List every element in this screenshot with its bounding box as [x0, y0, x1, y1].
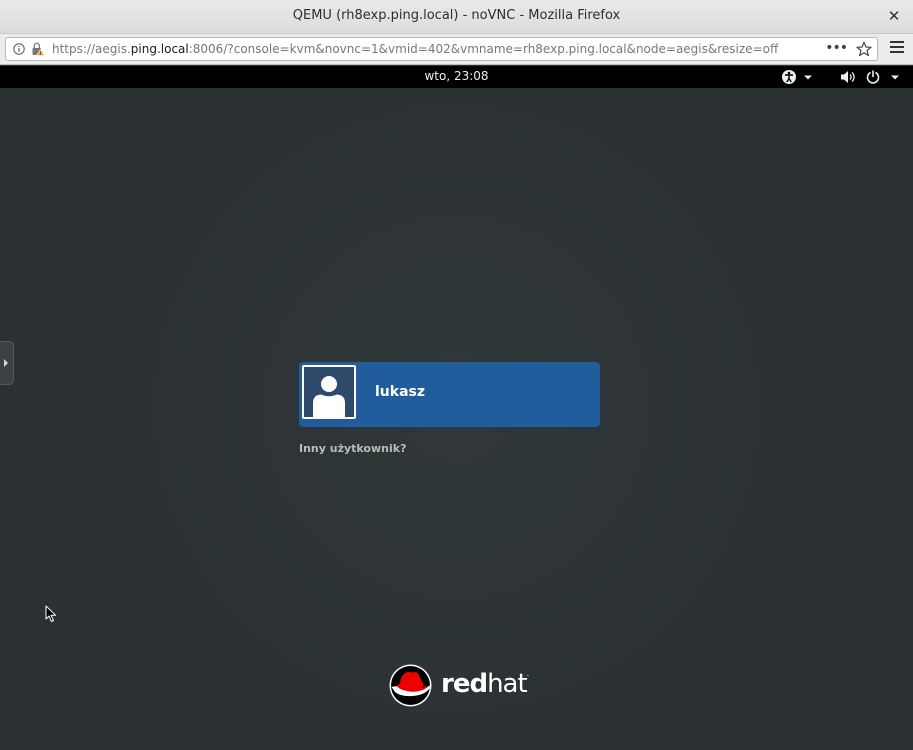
accessibility-menu[interactable]: [781, 69, 815, 85]
dropdown-arrow-icon: [891, 75, 899, 80]
vnc-screen[interactable]: wto, 23:08 lukasz Inny użytkownik? redha…: [0, 66, 913, 750]
gnome-top-bar: wto, 23:08: [0, 66, 913, 88]
power-icon: [866, 70, 880, 84]
url-text[interactable]: https://aegis.ping.local:8006/?console=k…: [52, 42, 778, 56]
wordmark-mark: .: [526, 669, 529, 678]
redhat-logo: redhat.: [389, 664, 529, 708]
redhat-wordmark: redhat.: [441, 669, 529, 699]
chevron-right-icon: [4, 359, 8, 367]
volume-icon: [841, 71, 855, 83]
more-actions-icon[interactable]: •••: [825, 40, 848, 56]
dropdown-arrow-icon: [804, 75, 812, 80]
redhat-logo-icon: [389, 664, 432, 707]
message-tray-handle[interactable]: [0, 341, 14, 385]
bookmark-star-icon[interactable]: [856, 41, 872, 57]
navigation-toolbar: https://aegis.ping.local:8006/?console=k…: [0, 34, 913, 65]
url-prefix: https://aegis.: [52, 42, 131, 56]
user-name: lukasz: [375, 384, 426, 400]
close-window-button[interactable]: ✕: [885, 6, 903, 26]
user-avatar-icon: [304, 367, 354, 417]
other-user-link[interactable]: Inny użytkownik?: [299, 442, 406, 455]
url-host: ping.local: [130, 42, 189, 56]
info-icon[interactable]: [13, 43, 25, 55]
wordmark-red: red: [441, 669, 488, 699]
window-title: QEMU (rh8exp.ping.local) - noVNC - Mozil…: [292, 8, 621, 23]
clock[interactable]: wto, 23:08: [0, 69, 913, 83]
user-list-item[interactable]: lukasz: [299, 362, 600, 427]
url-suffix: :8006/?console=kvm&novnc=1&vmid=402&vmna…: [188, 42, 779, 56]
system-menu[interactable]: [840, 69, 902, 85]
lock-warning-icon[interactable]: [31, 42, 45, 56]
avatar: [302, 365, 356, 419]
accessibility-icon: [782, 70, 796, 84]
mouse-cursor-icon: [45, 605, 56, 622]
window-titlebar: QEMU (rh8exp.ping.local) - noVNC - Mozil…: [0, 0, 913, 34]
hamburger-menu-icon[interactable]: [890, 41, 904, 55]
wordmark-hat: hat: [487, 669, 528, 699]
url-bar[interactable]: https://aegis.ping.local:8006/?console=k…: [5, 37, 878, 61]
